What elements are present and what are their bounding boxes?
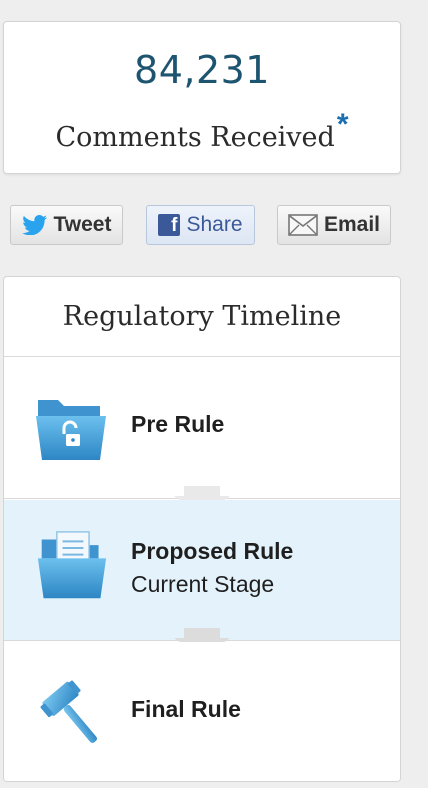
stage-proposed-rule[interactable]: Proposed Rule Current Stage <box>4 500 400 641</box>
facebook-icon: f <box>158 214 181 236</box>
comments-label: Comments Received <box>55 122 335 153</box>
stage-name: Pre Rule <box>131 411 225 437</box>
open-folder-lock-icon <box>36 400 106 460</box>
facebook-share-button[interactable]: f Share <box>146 205 255 245</box>
gavel-icon <box>40 680 97 743</box>
stage-name: Final Rule <box>131 696 241 722</box>
twitter-bird-icon <box>21 215 47 235</box>
comments-count: 84,231 <box>134 48 270 92</box>
email-button[interactable]: Email <box>277 205 391 245</box>
stage-text: Final Rule <box>131 696 241 723</box>
tweet-button[interactable]: Tweet <box>10 205 123 245</box>
current-stage-label: Current Stage <box>131 571 275 597</box>
envelope-icon <box>288 214 318 236</box>
folder-documents-icon <box>37 531 107 599</box>
stage-final-rule[interactable]: Final Rule <box>4 642 400 781</box>
comments-card: 84,231 Comments Received* <box>3 21 401 174</box>
tweet-label: Tweet <box>53 213 112 236</box>
stage-pre-rule[interactable]: Pre Rule <box>4 358 400 499</box>
stage-text: Pre Rule <box>131 411 224 438</box>
share-label: Share <box>186 213 243 236</box>
share-buttons: Tweet f Share Email <box>0 205 428 245</box>
email-label: Email <box>323 213 381 236</box>
stage-text: Proposed Rule Current Stage <box>131 538 293 598</box>
comments-label-row: Comments Received* <box>4 108 400 153</box>
timeline-title: Regulatory Timeline <box>4 277 400 357</box>
stage-name: Proposed Rule <box>131 538 294 564</box>
regulatory-timeline: Regulatory Timeline Pre Rule Proposed Ru… <box>3 276 401 782</box>
footnote-asterisk[interactable]: * <box>337 108 349 141</box>
